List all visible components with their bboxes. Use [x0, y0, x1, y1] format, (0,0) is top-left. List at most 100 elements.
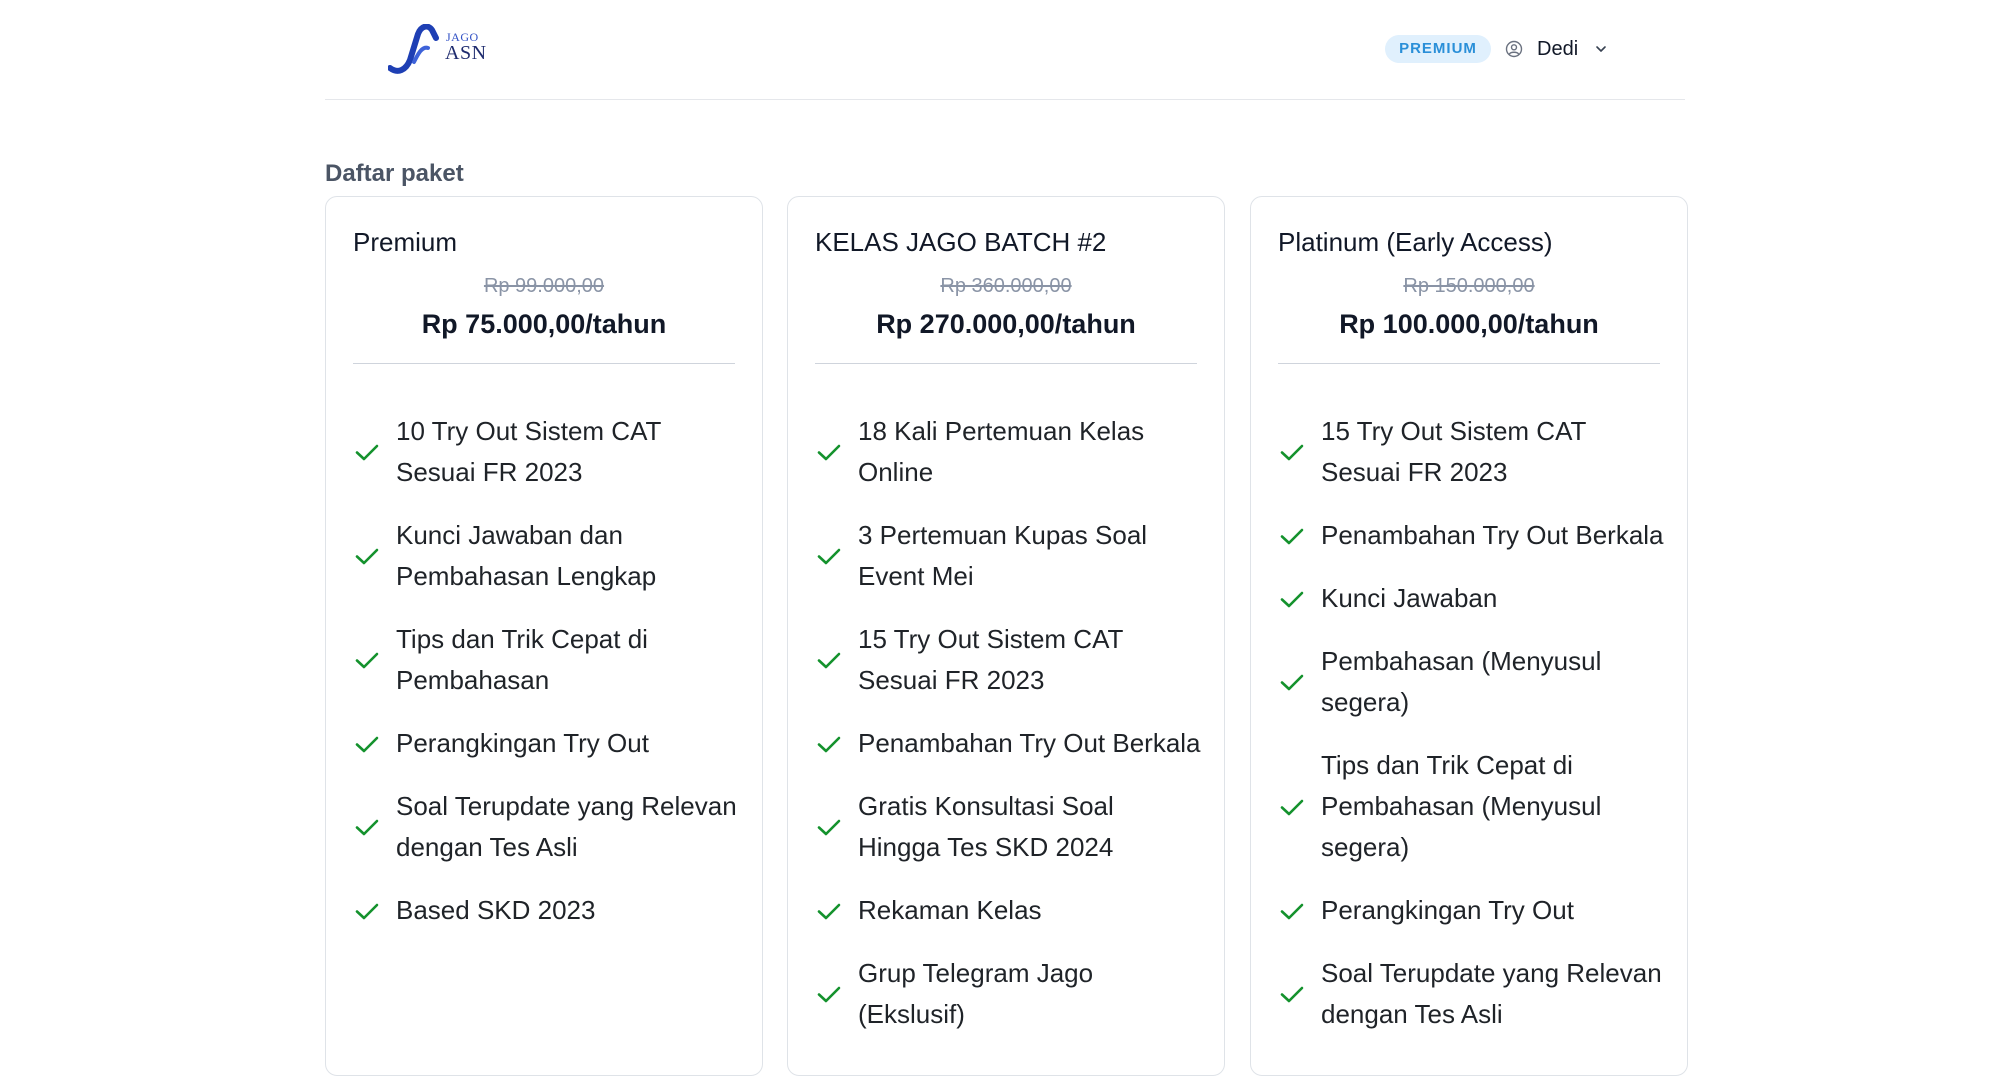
feature-item: 3 Pertemuan Kupas Soal Event Mei	[815, 515, 1204, 597]
feature-text: Soal Terupdate yang Relevan dengan Tes As…	[396, 786, 737, 868]
feature-text-line: Pembahasan	[396, 665, 550, 695]
feature-text-line: 3 Pertemuan Kupas Soal	[858, 520, 1148, 550]
feature-text-line: Pembahasan (Menyusul	[1321, 791, 1602, 821]
feature-text: 18 Kali Pertemuan Kelas Online	[858, 411, 1144, 493]
jago-asn-logo[interactable]: JAGO ASN	[388, 24, 498, 74]
feature-item: Gratis Konsultasi Soal Hingga Tes SKD 202…	[815, 786, 1204, 868]
feature-text-line: segera)	[1321, 687, 1410, 717]
feature-text: Penambahan Try Out Berkala	[858, 723, 1201, 764]
check-icon	[817, 548, 841, 565]
feature-item: Pembahasan (Menyusul segera)	[1278, 641, 1667, 723]
premium-badge: PREMIUM	[1385, 35, 1491, 63]
package-card-premium[interactable]: Premium Rp 99.000,00 Rp 75.000,00/tahun 10 …	[325, 196, 763, 1076]
feature-list: 18 Kali Pertemuan Kelas Online 3 Pertemuan…	[815, 411, 1204, 1057]
feature-text-line: Tips dan Trik Cepat di	[1321, 750, 1573, 780]
check-icon	[817, 652, 841, 669]
feature-text: 15 Try Out Sistem CAT Sesuai FR 2023	[1321, 411, 1586, 493]
check-icon	[355, 819, 379, 836]
check-icon	[817, 903, 841, 919]
feature-text: Rekaman Kelas	[858, 890, 1042, 931]
feature-text-line: Based SKD 2023	[396, 895, 596, 925]
feature-text-line: Sesuai FR 2023	[396, 457, 583, 487]
chevron-down-icon[interactable]	[1594, 42, 1608, 56]
feature-text: Gratis Konsultasi Soal Hingga Tes SKD 202…	[858, 786, 1114, 868]
feature-item: 18 Kali Pertemuan Kelas Online	[815, 411, 1204, 493]
check-icon	[1280, 591, 1304, 607]
check-icon	[1280, 528, 1304, 544]
check-icon	[355, 652, 379, 669]
feature-list: 10 Try Out Sistem CAT Sesuai FR 2023 Kunci…	[353, 411, 742, 953]
feature-item: Perangkingan Try Out	[353, 723, 742, 764]
feature-text: Tips dan Trik Cepat di Pembahasan	[396, 619, 648, 701]
feature-text-line: Penambahan Try Out Berkala	[1321, 520, 1664, 550]
feature-item: 15 Try Out Sistem CAT Sesuai FR 2023	[815, 619, 1204, 701]
feature-item: Kunci Jawaban dan Pembahasan Lengkap	[353, 515, 742, 597]
feature-text: Soal Terupdate yang Relevan dengan Tes As…	[1321, 953, 1662, 1035]
feature-item: Rekaman Kelas	[815, 890, 1204, 931]
check-icon	[355, 736, 379, 752]
feature-text-line: Perangkingan Try Out	[396, 728, 649, 758]
feature-text: Pembahasan (Menyusul segera)	[1321, 641, 1601, 723]
feature-text: 10 Try Out Sistem CAT Sesuai FR 2023	[396, 411, 661, 493]
feature-text-line: Online	[858, 457, 934, 487]
package-price: Rp 100.000,00/tahun	[1339, 309, 1599, 339]
feature-text-line: Soal Terupdate yang Relevan	[1321, 958, 1662, 988]
feature-text: Tips dan Trik Cepat di Pembahasan (Menyus…	[1321, 745, 1601, 868]
logo-text-bottom: ASN	[445, 42, 487, 64]
check-icon	[1280, 674, 1304, 691]
user-menu[interactable]: Dedi	[1505, 34, 1608, 64]
check-icon	[1280, 986, 1304, 1003]
user-circle-icon	[1505, 40, 1523, 58]
check-icon	[817, 819, 841, 836]
feature-item: 10 Try Out Sistem CAT Sesuai FR 2023	[353, 411, 742, 493]
feature-text-line: Rekaman Kelas	[858, 895, 1042, 925]
check-icon	[355, 444, 379, 461]
feature-text-line: 18 Kali Pertemuan Kelas	[858, 416, 1145, 446]
feature-item: Penambahan Try Out Berkala	[1278, 515, 1667, 556]
check-icon	[817, 986, 841, 1003]
feature-text: Grup Telegram Jago (Ekslusif)	[858, 953, 1093, 1035]
feature-text-line: Tips dan Trik Cepat di	[396, 624, 648, 654]
package-price: Rp 75.000,00/tahun	[421, 309, 667, 339]
feature-text: Based SKD 2023	[396, 890, 595, 931]
feature-text-line: dengan Tes Asli	[1321, 999, 1503, 1029]
package-card-kelas-jago-batch-2[interactable]: KELAS JAGO BATCH #2 Rp 360.000,00 Rp 270.0…	[787, 196, 1225, 1076]
feature-text: Kunci Jawaban	[1321, 578, 1497, 619]
original-price: Rp 360.000,00	[940, 275, 1072, 297]
feature-text-line: 10 Try Out Sistem CAT	[396, 416, 662, 446]
top-navbar: JAGO ASN PREMIUM Dedi	[325, 0, 1685, 100]
user-name: Dedi	[1537, 37, 1579, 60]
feature-text: Perangkingan Try Out	[396, 723, 649, 764]
feature-item: Grup Telegram Jago (Ekslusif)	[815, 953, 1204, 1035]
price-divider	[353, 363, 735, 364]
feature-list: 15 Try Out Sistem CAT Sesuai FR 2023 Penam…	[1278, 411, 1667, 1057]
feature-text: Perangkingan Try Out	[1321, 890, 1574, 931]
feature-text-line: Penambahan Try Out Berkala	[858, 728, 1201, 758]
feature-text-line: 15 Try Out Sistem CAT	[858, 624, 1124, 654]
feature-text-line: Event Mei	[858, 561, 974, 591]
feature-item: Perangkingan Try Out	[1278, 890, 1667, 931]
check-icon	[355, 548, 379, 565]
feature-text: Kunci Jawaban dan Pembahasan Lengkap	[396, 515, 656, 597]
feature-text-line: 15 Try Out Sistem CAT	[1321, 416, 1587, 446]
package-name: KELAS JAGO BATCH #2	[815, 227, 1107, 257]
package-card-platinum-early-access[interactable]: Platinum (Early Access) Rp 150.000,00 Rp 1…	[1250, 196, 1688, 1076]
feature-text: 3 Pertemuan Kupas Soal Event Mei	[858, 515, 1147, 597]
feature-text-line: Kunci Jawaban	[1321, 583, 1498, 613]
package-price: Rp 270.000,00/tahun	[876, 309, 1136, 339]
feature-text-line: Perangkingan Try Out	[1321, 895, 1574, 925]
logo-wave-icon	[388, 24, 439, 74]
feature-text-line: Gratis Konsultasi Soal	[858, 791, 1114, 821]
price-divider	[1278, 363, 1660, 364]
feature-text: 15 Try Out Sistem CAT Sesuai FR 2023	[858, 619, 1123, 701]
feature-item: Soal Terupdate yang Relevan dengan Tes As…	[353, 786, 742, 868]
feature-item: Based SKD 2023	[353, 890, 742, 931]
feature-text-line: Sesuai FR 2023	[1321, 457, 1508, 487]
check-icon	[817, 736, 841, 752]
feature-item: Soal Terupdate yang Relevan dengan Tes As…	[1278, 953, 1667, 1035]
price-divider	[815, 363, 1197, 364]
section-title: Daftar paket	[325, 160, 464, 187]
feature-item: Kunci Jawaban	[1278, 578, 1667, 619]
feature-item: 15 Try Out Sistem CAT Sesuai FR 2023	[1278, 411, 1667, 493]
feature-text-line: Grup Telegram Jago	[858, 958, 1094, 988]
